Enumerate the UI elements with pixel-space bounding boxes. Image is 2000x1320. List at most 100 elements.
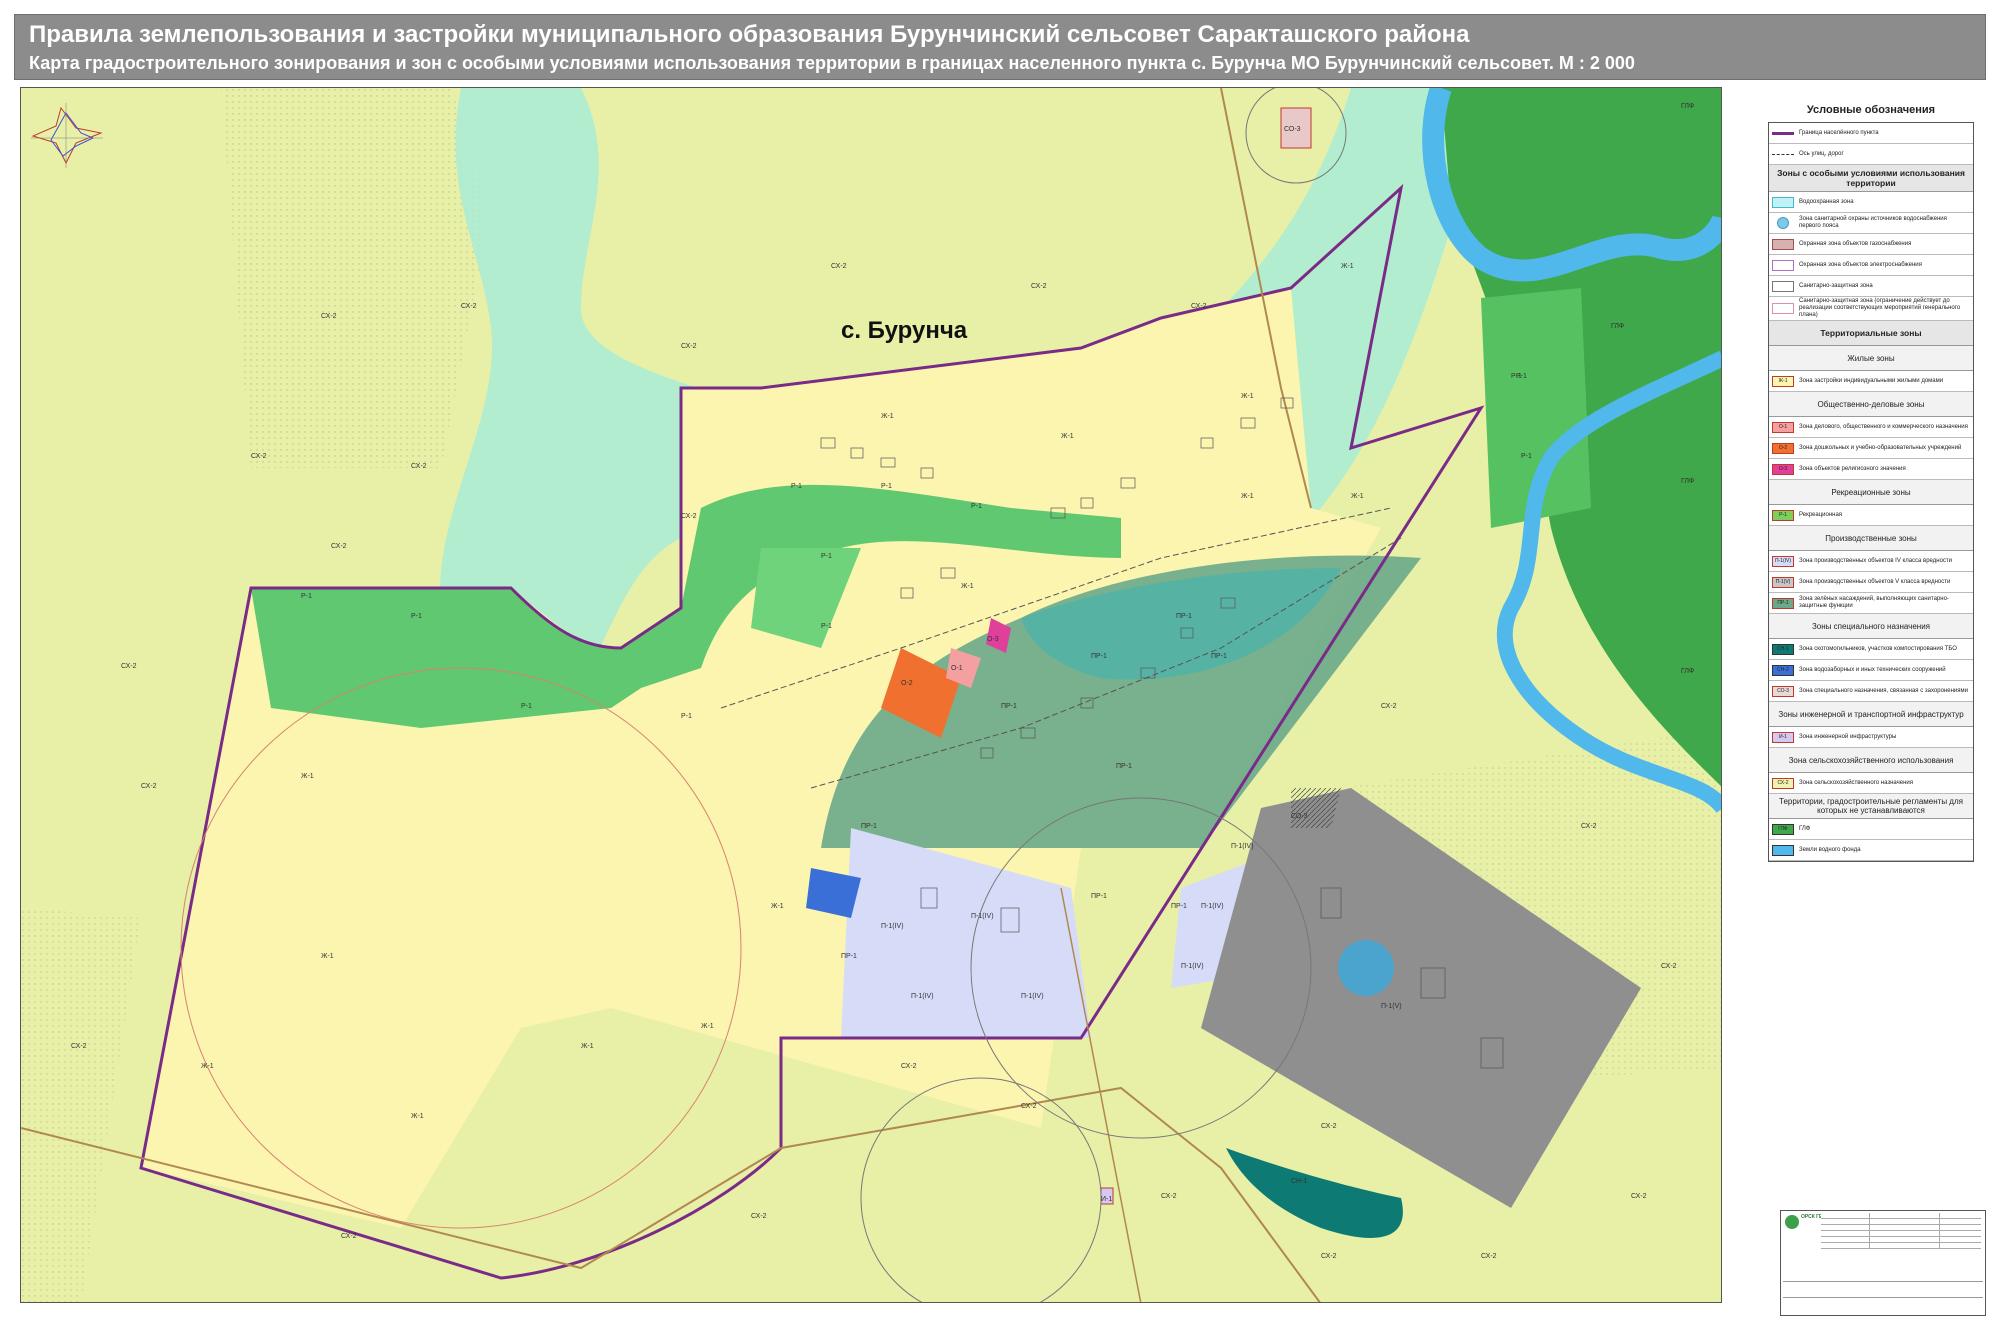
- legend-item-label: Зона специального назначения, связанная …: [1799, 687, 1968, 694]
- zone-label: ПР-1: [861, 823, 877, 830]
- title-block-divider: [1783, 1297, 1983, 1298]
- zone-label: Ж-1: [1241, 393, 1254, 400]
- legend-swatch: Р-1: [1772, 509, 1794, 521]
- legend-swatch: [1772, 280, 1794, 292]
- legend-swatch: [1777, 217, 1789, 229]
- zone-label: Ж-1: [1341, 263, 1354, 270]
- legend-item: ПР-1 Зона зелёных насаждений, выполняющих…: [1769, 593, 1973, 614]
- title-block-divider: [1783, 1281, 1983, 1282]
- zone-label: П-1(IV): [1021, 993, 1044, 1000]
- zone-label: СХ-2: [1031, 283, 1047, 290]
- zone-label: ГЛФ: [1681, 103, 1694, 110]
- legend-swatch: ГЛФ: [1772, 823, 1794, 835]
- legend-item-label: Зона инженерной инфраструктуры: [1799, 733, 1897, 740]
- zone-label: СХ-2: [751, 1213, 767, 1220]
- zone-label: СХ-2: [901, 1063, 917, 1070]
- map-canvas: СХ-2 СХ-2 СХ-2 СХ-2 СХ-2 СХ-2 СХ-2 СХ-2 …: [21, 88, 1721, 1302]
- water-source-zone: [1338, 940, 1394, 996]
- zone-label: Р-1: [681, 713, 692, 720]
- legend-item-label: Земли водного фонда: [1799, 846, 1861, 853]
- legend-item: Граница населённого пункта: [1769, 123, 1973, 144]
- zone-label: Ж-1: [301, 773, 314, 780]
- zone-label: СХ-2: [251, 453, 267, 460]
- legend-item-label: Зона производственных объектов IV класса…: [1799, 557, 1953, 564]
- legend-swatch: ПР-1: [1772, 597, 1794, 609]
- zone-label: И-1: [1101, 1196, 1112, 1203]
- legend-item-label: Охранная зона объектов газоснабжения: [1799, 240, 1912, 247]
- zone-label: Ж-1: [961, 583, 974, 590]
- zone-label: СХ-2: [1161, 1193, 1177, 1200]
- legend-item: О-1 Зона делового, общественного и коммер…: [1769, 417, 1973, 438]
- zone-label: Р-1: [881, 483, 892, 490]
- zone-label: ПР-1: [1116, 763, 1132, 770]
- legend-section-heading: Общественно-деловые зоны: [1769, 392, 1973, 417]
- zone-label: П-1(IV): [1201, 903, 1224, 910]
- legend-item: ГЛФ ГЛФ: [1769, 819, 1973, 840]
- zone-label: СХ-2: [831, 263, 847, 270]
- legend-item-label: Зона санитарной охраны источников водосн…: [1799, 216, 1947, 229]
- legend-swatch: СО-3: [1772, 685, 1794, 697]
- zone-label: П-1(IV): [1181, 963, 1204, 970]
- zone-label: Р-1: [521, 703, 532, 710]
- legend-item: О-3 Зона объектов религиозного значения: [1769, 459, 1973, 480]
- title-block: ОРСК ГЕОКАД: [1780, 1210, 1986, 1316]
- zone-label: ПР-1: [1091, 893, 1107, 900]
- zone-label: П-1(V): [1381, 1003, 1402, 1010]
- legend-section-heading: Зоны специального назначения: [1769, 614, 1973, 639]
- legend-swatch: [1772, 238, 1794, 250]
- legend-swatch: [1772, 259, 1794, 271]
- legend-item: Земли водного фонда: [1769, 840, 1973, 861]
- legend-swatch: П-1(V): [1772, 576, 1794, 588]
- zone-label: СХ-2: [321, 313, 337, 320]
- legend-item: СН-1 Зона скотомогильников, участков комп…: [1769, 639, 1973, 660]
- legend-swatch: СН-2: [1772, 664, 1794, 676]
- zone-label: Ж-1: [201, 1063, 214, 1070]
- legend-item-label: Зона застройки индивидуальными жилыми до…: [1799, 377, 1944, 384]
- legend-item-label: Граница населённого пункта: [1799, 129, 1879, 136]
- zone-label: Р-1: [821, 623, 832, 630]
- company-logo-icon: [1785, 1215, 1799, 1229]
- legend-swatch: П-1(IV): [1772, 555, 1794, 567]
- zone-label: Ж-1: [321, 953, 334, 960]
- zone-label: Ж-1: [771, 903, 784, 910]
- legend-item: Водоохранная зона: [1769, 192, 1973, 213]
- legend-section-heading: Зоны с особыми условиями использования т…: [1769, 165, 1973, 192]
- zone-label: СХ-2: [1481, 1253, 1497, 1260]
- zone-label: ГЛФ: [1681, 478, 1694, 485]
- map-title: Правила землепользования и застройки мун…: [29, 21, 1470, 48]
- zone-label: СХ-2: [411, 463, 427, 470]
- dotted-area: [221, 88, 491, 468]
- legend-box: Граница населённого пункта Ось улиц, доро…: [1768, 122, 1974, 862]
- legend-item-label: Зона дошкольных и учебно-образовательных…: [1799, 444, 1962, 451]
- zone-label: О-2: [901, 680, 913, 687]
- zone-label: СХ-2: [1381, 703, 1397, 710]
- zone-label: П-1(IV): [1231, 843, 1254, 850]
- legend-section-heading: Зоны инженерной и транспортной инфрастру…: [1769, 702, 1973, 727]
- legend-item-label: Санитарно-защитная зона (ограничение дей…: [1799, 298, 1961, 318]
- zone-label: СХ-2: [681, 343, 697, 350]
- legend-item: СО-3 Зона специального назначения, связан…: [1769, 681, 1973, 702]
- legend-item: Санитарно-защитная зона (ограничение дей…: [1769, 297, 1973, 321]
- legend-item: П-1(IV) Зона производственных объектов IV…: [1769, 551, 1973, 572]
- legend-item: О-2 Зона дошкольных и учебно-образователь…: [1769, 438, 1973, 459]
- zone-label: ПР-1: [1001, 703, 1017, 710]
- legend-swatch: Ж-1: [1772, 375, 1794, 387]
- zone-label: Р-1: [1511, 373, 1522, 380]
- legend-item-label: Ось улиц, дорог: [1799, 150, 1844, 157]
- zone-label: СХ-2: [1191, 303, 1207, 310]
- zone-label: Ж-1: [881, 413, 894, 420]
- zone-label: П-1(IV): [911, 993, 934, 1000]
- legend-section-heading: Жилые зоны: [1769, 346, 1973, 371]
- legend-section-heading: Производственные зоны: [1769, 526, 1973, 551]
- zone-label: СХ-2: [1321, 1253, 1337, 1260]
- zone-label: Р-1: [791, 483, 802, 490]
- legend-item-label: Водоохранная зона: [1799, 198, 1854, 205]
- zone-label: СХ-2: [331, 543, 347, 550]
- legend-swatch: [1772, 131, 1794, 135]
- zone-label: Ж-1: [411, 1113, 424, 1120]
- zone-label: ПР-1: [1176, 613, 1192, 620]
- zoning-map[interactable]: СХ-2 СХ-2 СХ-2 СХ-2 СХ-2 СХ-2 СХ-2 СХ-2 …: [20, 87, 1722, 1303]
- zone-label: ГЛФ: [1611, 323, 1624, 330]
- legend-section-heading: Территориальные зоны: [1769, 321, 1973, 346]
- legend-item: Зона санитарной охраны источников водосн…: [1769, 213, 1973, 234]
